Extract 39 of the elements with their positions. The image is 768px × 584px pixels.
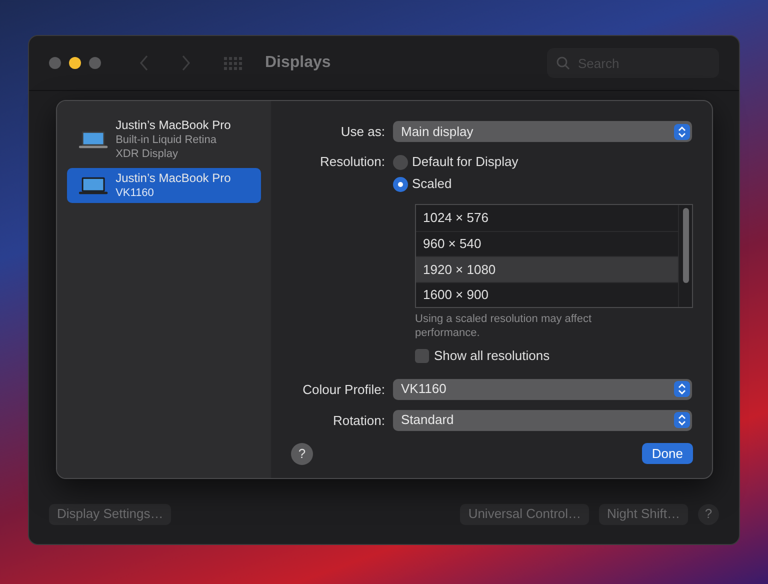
forward-icon[interactable] [181, 55, 191, 71]
display-item[interactable]: Justin’s MacBook Pro VK1160 [67, 168, 261, 203]
display-name: Justin’s MacBook Pro [116, 118, 232, 133]
stepper-icon [674, 124, 690, 140]
radio-option[interactable]: Scaled [393, 173, 693, 195]
scrollbar-thumb[interactable] [682, 208, 688, 283]
close-button[interactable] [49, 57, 61, 69]
radio-button [393, 176, 408, 192]
display-detail: VK1160 [116, 186, 155, 200]
zoom-button[interactable] [89, 57, 101, 69]
hint-text: Using a scaled resolution may affect performance. [415, 312, 592, 340]
resolution-row[interactable]: 1600 × 900 [416, 282, 678, 307]
laptop-icon [79, 176, 108, 196]
radio-button [393, 154, 408, 170]
popup-menu[interactable]: Standard [393, 410, 692, 430]
back-icon[interactable] [139, 55, 149, 71]
checkbox-option[interactable]: Show all resolutions [415, 346, 693, 366]
stepper-icon [674, 381, 690, 397]
display-name: Justin’s MacBook Pro [116, 171, 232, 186]
minimize-button[interactable] [69, 57, 81, 69]
display-item[interactable]: Justin’s MacBook Pro Built-in Liquid Retina XDR Display [67, 115, 261, 164]
field-label: Use as: [340, 123, 385, 141]
field-label: Colour Profile: [302, 380, 385, 398]
grid-icon[interactable] [223, 55, 243, 71]
field-label: Rotation: [332, 412, 385, 430]
help-button[interactable]: ? [291, 442, 313, 464]
popup-menu[interactable]: Main display [393, 121, 692, 142]
search-icon [556, 56, 570, 70]
display-detail: Built-in Liquid Retina XDR Display [116, 133, 218, 161]
radio-option[interactable]: Default for Display [393, 151, 693, 173]
done-button[interactable]: Done [642, 443, 693, 464]
window-title: Displays [265, 53, 331, 73]
laptop-icon [79, 130, 108, 150]
stepper-icon [674, 412, 690, 428]
checkbox [415, 348, 429, 363]
resolution-row[interactable]: 1920 × 1080 [416, 256, 678, 282]
popup-menu[interactable]: VK1160 [393, 378, 692, 400]
resolution-row[interactable]: 1024 × 576 [416, 205, 678, 230]
field-label: Resolution: [318, 153, 385, 171]
